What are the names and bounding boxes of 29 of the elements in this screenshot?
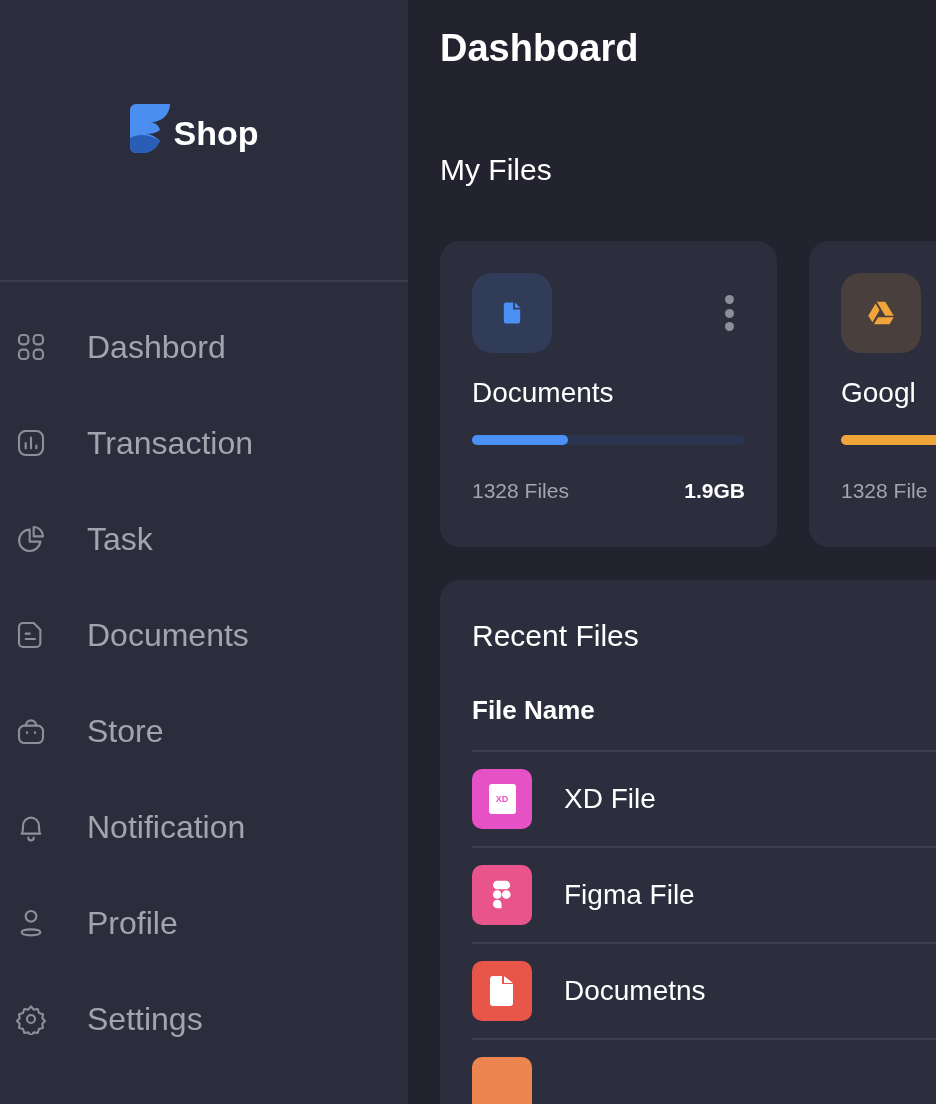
pie-chart-icon (15, 523, 47, 555)
sidebar-item[interactable]: Transaction (0, 395, 408, 491)
settings-icon (15, 1003, 47, 1035)
column-header: File Name (472, 694, 596, 726)
figma-icon (492, 880, 512, 910)
document-icon (490, 976, 514, 1006)
sidebar-item[interactable]: Store (0, 683, 408, 779)
file-name: Figma File (564, 878, 695, 912)
page-title: Dashboard (440, 26, 640, 71)
file-type-label: XD (495, 794, 509, 804)
sidebar-item[interactable]: Profile (0, 875, 408, 971)
sidebar-item[interactable]: Dashbord (0, 299, 408, 395)
section-title: My Files (440, 152, 553, 188)
sidebar-item[interactable]: Settings (0, 971, 408, 1067)
file-count: 1328 Files (472, 478, 569, 504)
card-title: Googl (841, 376, 917, 410)
file-name: Documetns (564, 974, 706, 1008)
logo-text: Shop (173, 112, 259, 154)
sidebar-item[interactable]: Documents (0, 587, 408, 683)
more-menu-button[interactable] (723, 295, 735, 331)
card-title: Documents (472, 376, 615, 410)
file-count: 1328 File (841, 478, 928, 504)
storage-size: 1.9GB (684, 478, 745, 504)
chart-icon (15, 427, 47, 459)
grid-icon (15, 331, 47, 363)
sidebar-item[interactable]: Task (0, 491, 408, 587)
file-name: XD File (564, 782, 656, 816)
sidebar-item[interactable]: Notification (0, 779, 408, 875)
panel-title: Recent Files (472, 618, 640, 654)
